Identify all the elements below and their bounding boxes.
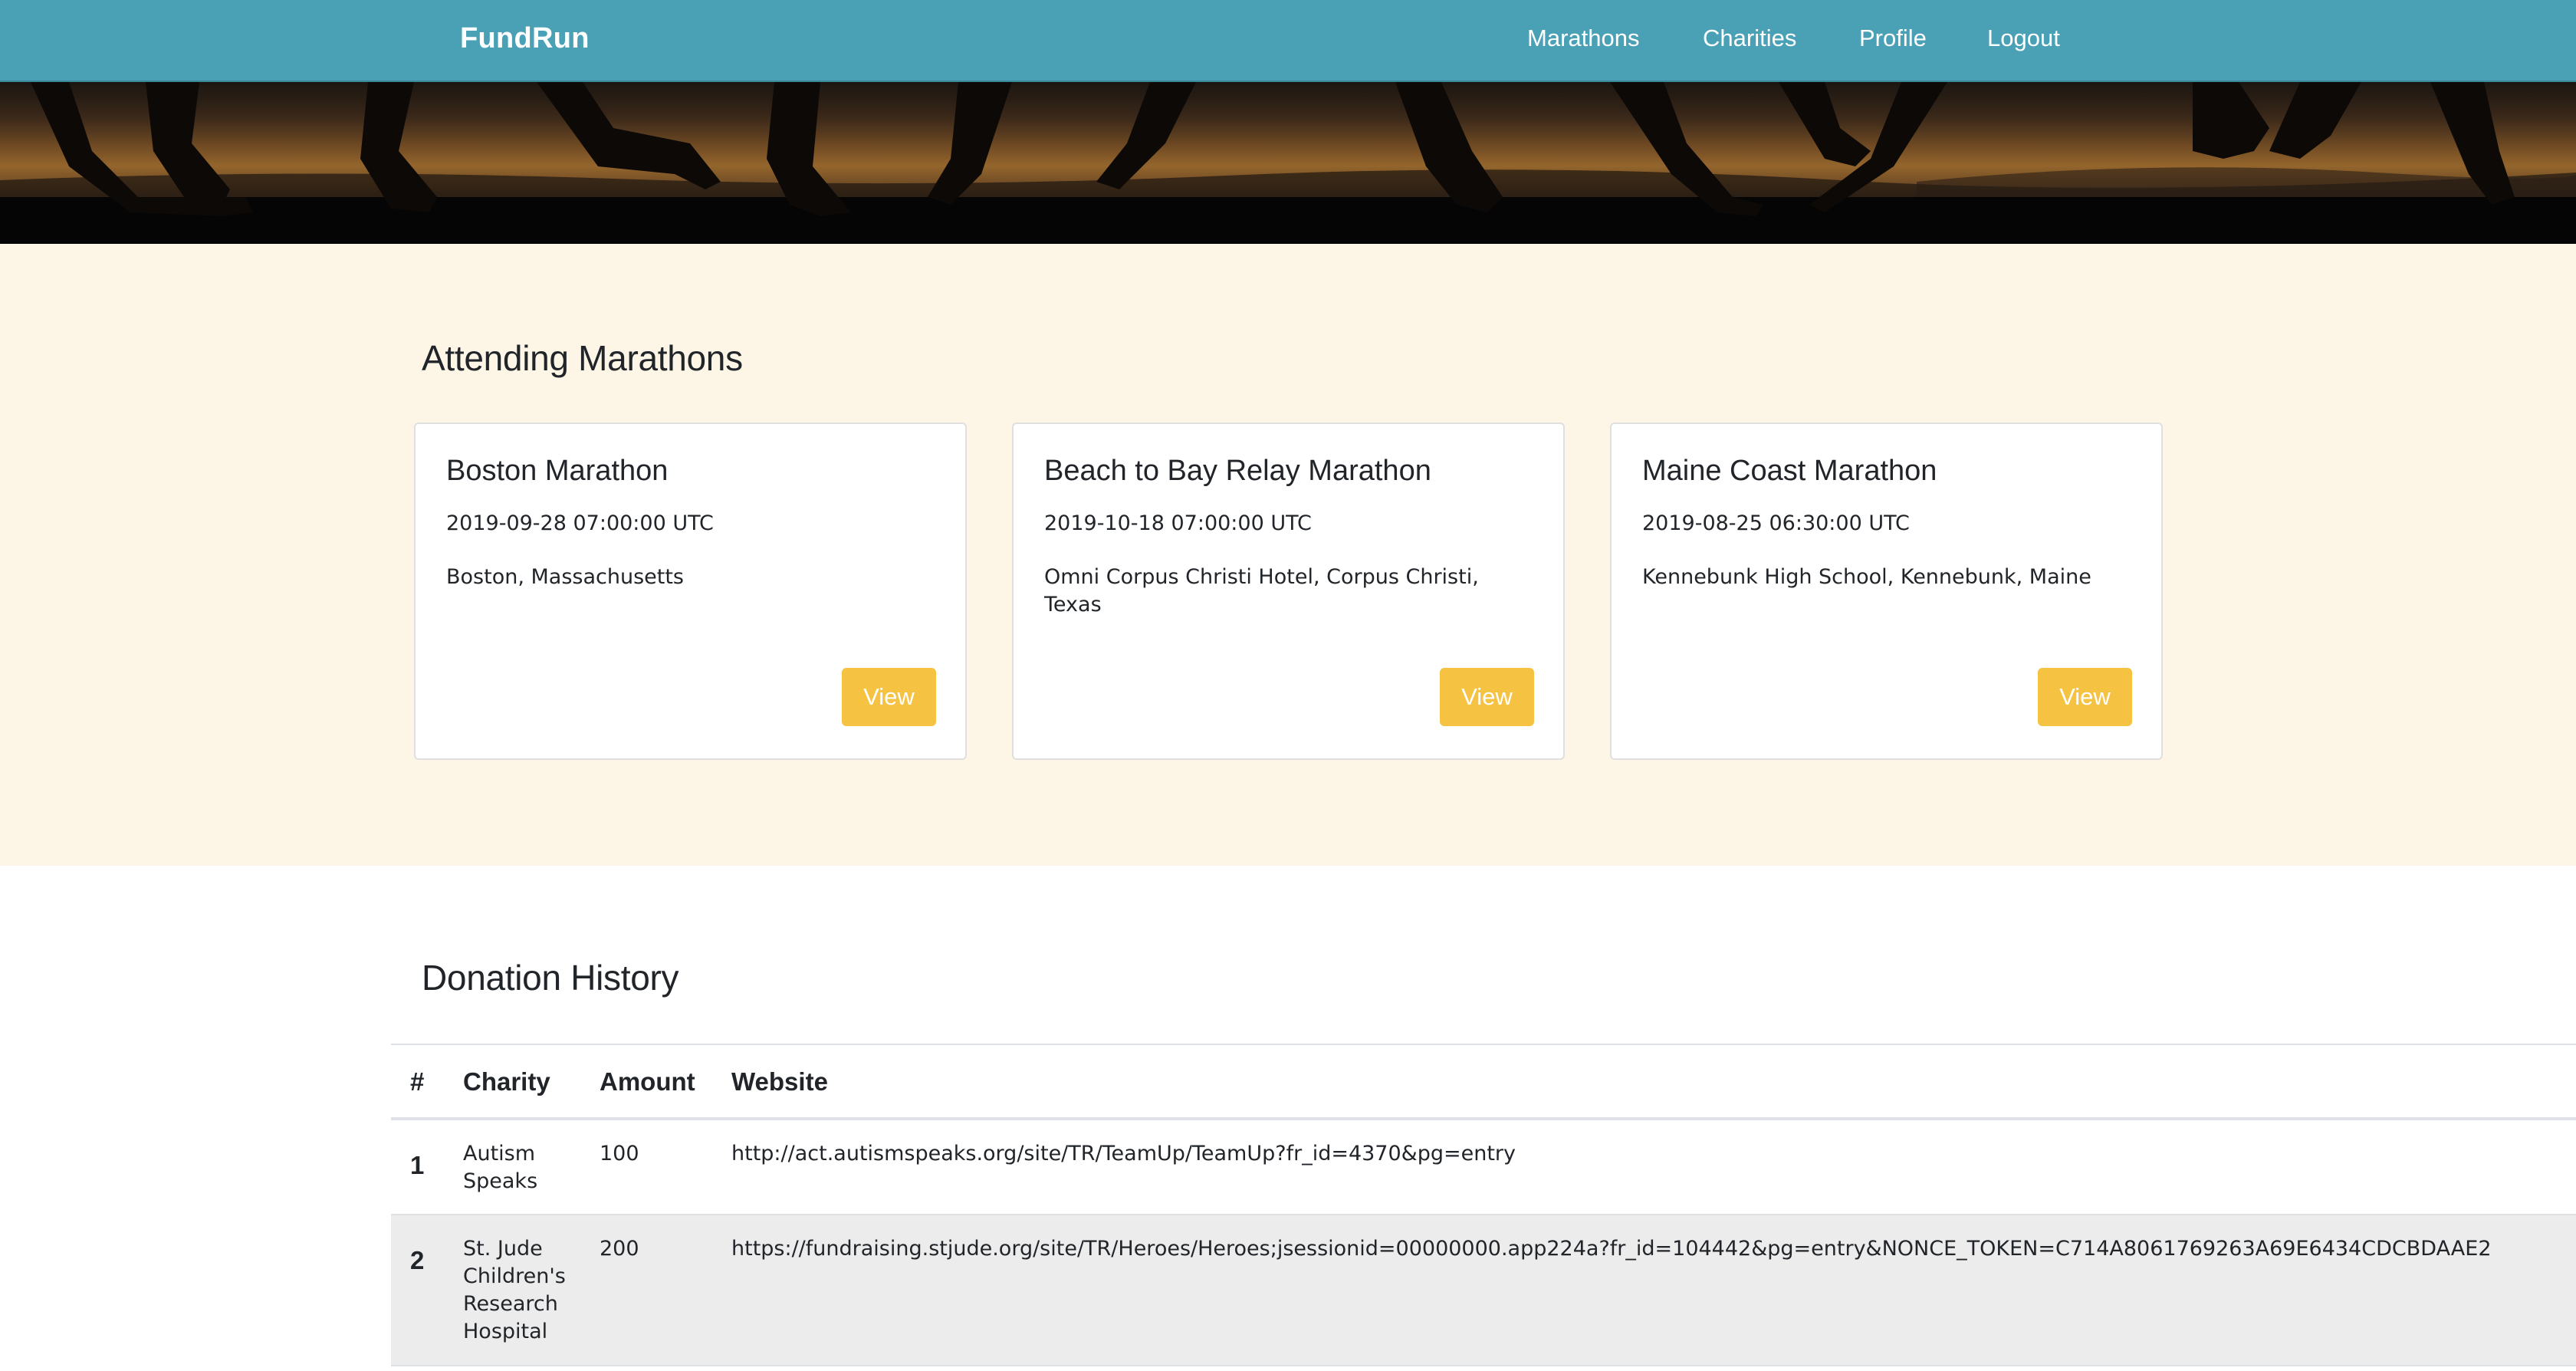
- nav-link-profile[interactable]: Profile: [1859, 0, 1927, 81]
- top-navbar: FundRun Marathons Charities Profile Logo…: [0, 0, 2576, 82]
- column-header-amount: Amount: [600, 1067, 695, 1096]
- row-number: 2: [410, 1246, 425, 1274]
- cell-charity: Autism Speaks: [463, 1142, 538, 1193]
- column-header-charity: Charity: [463, 1067, 550, 1096]
- marathon-card: Beach to Bay Relay Marathon 2019-10-18 0…: [1012, 422, 1565, 760]
- runners-silhouette-image: [0, 82, 2576, 244]
- marathon-card-title: Beach to Bay Relay Marathon: [1044, 455, 1431, 487]
- table-header-row: # Charity Amount Website: [391, 1044, 2576, 1120]
- marathon-card-date: 2019-08-25 06:30:00 UTC: [1642, 511, 1910, 535]
- marathon-card-date: 2019-09-28 07:00:00 UTC: [446, 511, 714, 535]
- marathon-card-location: Omni Corpus Christi Hotel, Corpus Christ…: [1044, 565, 1479, 616]
- row-number: 1: [410, 1151, 425, 1179]
- hero-banner-image: [0, 82, 2576, 244]
- table-row: 1 Autism Speaks 100 http://act.autismspe…: [391, 1120, 2576, 1215]
- column-header-number: #: [410, 1067, 425, 1096]
- marathon-card-title: Boston Marathon: [446, 455, 669, 487]
- marathon-card-title: Maine Coast Marathon: [1642, 455, 1937, 487]
- attending-marathons-section: Attending Marathons Boston Marathon 2019…: [0, 244, 2576, 866]
- marathon-card-location: Boston, Massachusetts: [446, 565, 684, 589]
- view-marathon-button[interactable]: View: [2038, 668, 2132, 726]
- cell-charity: St. Jude Children's Research Hospital: [463, 1237, 566, 1343]
- donation-history-heading: Donation History: [422, 958, 679, 998]
- marathon-card-date: 2019-10-18 07:00:00 UTC: [1044, 511, 1312, 535]
- table-row: 2 St. Jude Children's Research Hospital …: [391, 1215, 2576, 1366]
- brand-logo[interactable]: FundRun: [460, 0, 590, 81]
- column-header-website: Website: [731, 1067, 828, 1096]
- cell-amount: 200: [600, 1237, 639, 1261]
- cell-amount: 100: [600, 1142, 639, 1166]
- marathon-card-location: Kennebunk High School, Kennebunk, Maine: [1642, 565, 2091, 589]
- nav-link-marathons[interactable]: Marathons: [1527, 0, 1639, 81]
- marathon-card: Maine Coast Marathon 2019-08-25 06:30:00…: [1610, 422, 2163, 760]
- marathon-card: Boston Marathon 2019-09-28 07:00:00 UTC …: [414, 422, 967, 760]
- view-marathon-button[interactable]: View: [1440, 668, 1534, 726]
- cell-website: https://fundraising.stjude.org/site/TR/H…: [731, 1237, 2492, 1261]
- nav-link-logout[interactable]: Logout: [1987, 0, 2060, 81]
- attending-marathons-heading: Attending Marathons: [422, 338, 743, 378]
- donation-history-table: # Charity Amount Website 1 Autism Speaks…: [391, 1044, 2576, 1366]
- cell-website: http://act.autismspeaks.org/site/TR/Team…: [731, 1142, 1516, 1166]
- view-marathon-button[interactable]: View: [842, 668, 936, 726]
- nav-link-charities[interactable]: Charities: [1703, 0, 1796, 81]
